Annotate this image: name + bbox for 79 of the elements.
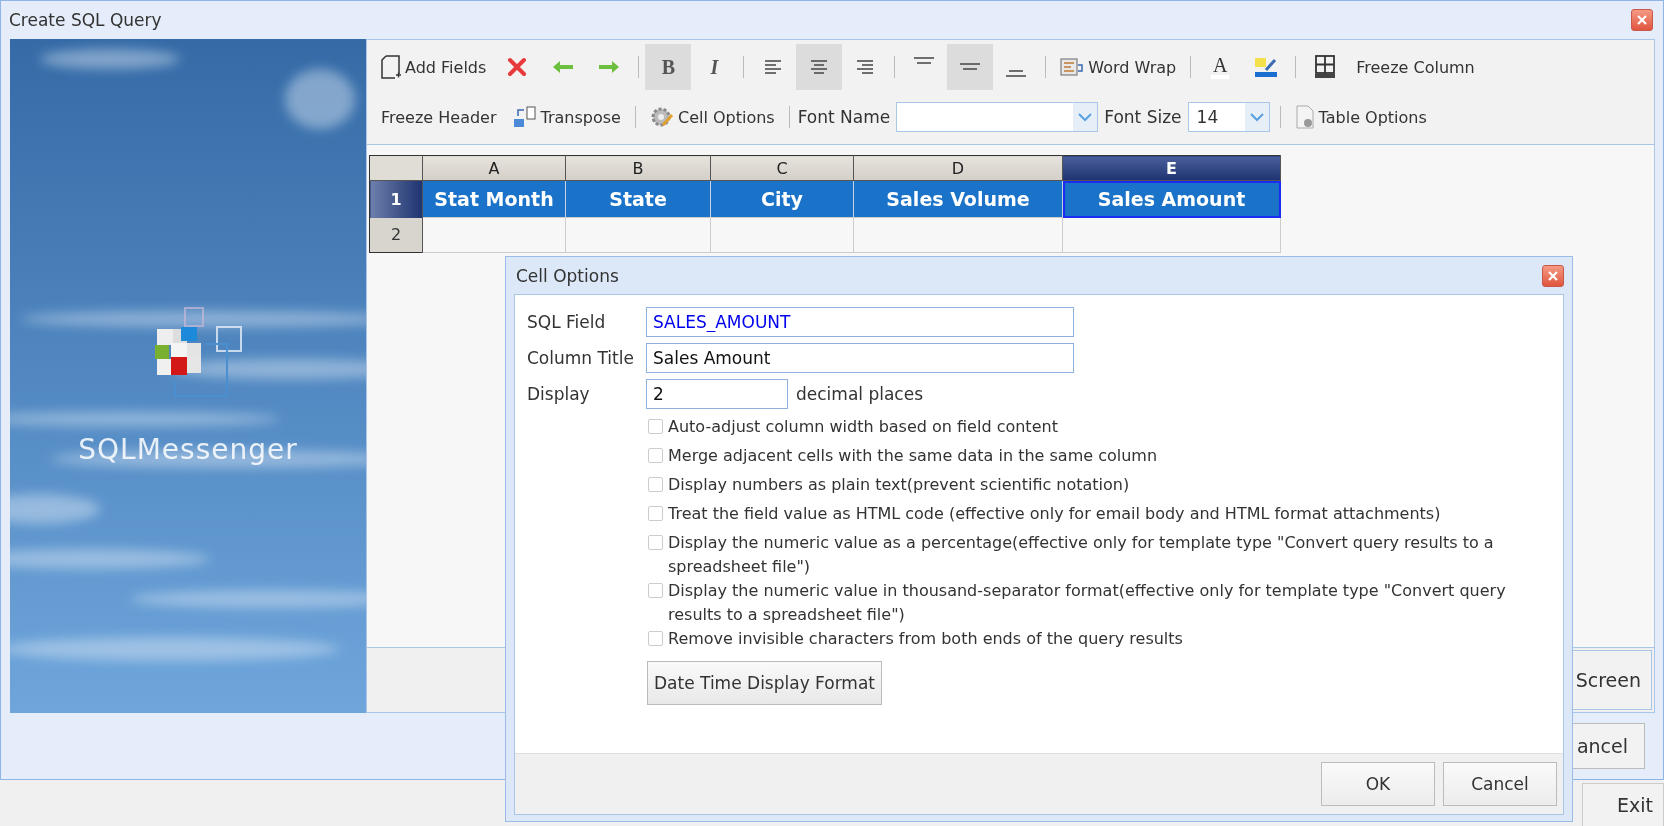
window-title: Create SQL Query — [9, 10, 162, 30]
checkbox-label: Auto-adjust column width based on field content — [668, 416, 1058, 438]
table-cell[interactable]: Sales Volume — [853, 180, 1063, 218]
column-header[interactable]: C — [710, 155, 854, 181]
wrap-icon — [1060, 57, 1085, 77]
decimal-places-input[interactable]: 2 — [646, 379, 788, 409]
new-page-icon — [381, 55, 401, 79]
toolbar-button[interactable]: Table Options — [1286, 94, 1435, 140]
sql-field-input[interactable]: SALES_AMOUNT — [646, 307, 1074, 337]
table-cell[interactable]: State — [565, 180, 711, 218]
align-right-icon — [856, 59, 875, 75]
toolbar-button[interactable]: Cell Options — [641, 94, 783, 140]
chevron-down-icon — [1078, 112, 1093, 122]
dialog-title: Cell Options — [516, 265, 619, 286]
screen-button[interactable]: Screen — [1570, 650, 1652, 710]
checkbox[interactable] — [648, 535, 663, 550]
checkbox-label: Merge adjacent cells with the same data in the same column — [668, 445, 1158, 467]
row-header[interactable]: 2 — [369, 217, 423, 253]
checkbox[interactable] — [648, 583, 663, 598]
logo-icon — [153, 307, 243, 397]
gear-icon — [649, 105, 674, 129]
table-cell[interactable]: Sales Amount — [1062, 180, 1281, 218]
toolbar-button[interactable] — [796, 44, 843, 90]
row-header[interactable]: 1 — [369, 180, 423, 218]
checkbox[interactable] — [648, 506, 663, 521]
close-icon — [1547, 269, 1559, 282]
toolbar-button[interactable]: Add Fields — [373, 44, 495, 90]
font-size-dropdown[interactable]: 14 — [1187, 102, 1270, 132]
delete-icon — [507, 57, 528, 77]
align-bottom-icon — [1005, 70, 1028, 78]
table-cell[interactable]: City — [710, 180, 854, 218]
align-left-icon — [764, 59, 783, 75]
field-label: Display — [527, 384, 591, 404]
toolbar-button[interactable]: Freeze Header — [373, 94, 505, 140]
field-suffix: decimal places — [796, 384, 924, 404]
brand-name: SQLMessenger — [78, 433, 298, 466]
close-icon — [1636, 14, 1648, 26]
field-label: Column Title — [527, 348, 635, 368]
chevron-down-icon — [1249, 112, 1264, 122]
checkbox[interactable] — [648, 477, 663, 492]
column-header[interactable]: E — [1062, 155, 1281, 181]
highlight-icon — [1254, 56, 1279, 78]
column-header[interactable]: A — [422, 155, 566, 181]
field-label: Font Name — [796, 107, 892, 127]
checkbox-label: Remove invisible characters from both ends of the query results — [668, 628, 1183, 650]
column-header[interactable]: D — [853, 155, 1063, 181]
align-top-icon — [913, 57, 936, 65]
toolbar-button[interactable]: A — [1197, 44, 1244, 90]
toolbar-button[interactable]: I — [691, 44, 738, 90]
toolbar-button[interactable] — [947, 44, 994, 90]
exit-button[interactable]: Exit — [1582, 783, 1664, 826]
grid-icon — [1314, 55, 1337, 79]
close-button[interactable] — [1542, 264, 1564, 287]
column-title-input[interactable]: Sales Amount — [646, 343, 1074, 373]
checkbox[interactable] — [648, 448, 663, 463]
toolbar-button[interactable]: Word Wrap — [1052, 44, 1185, 90]
transpose-icon — [512, 106, 537, 128]
checkbox-label: Treat the field value as HTML code (effective only for email body and HTML format attachments) — [668, 503, 1441, 525]
cancel-button[interactable]: Cancel — [1443, 762, 1557, 806]
left-arrow-icon — [552, 60, 575, 74]
field-label: SQL Field — [527, 312, 607, 332]
column-header[interactable]: B — [565, 155, 711, 181]
settings-page-icon — [1294, 105, 1315, 129]
checkbox-label: Display the numeric value in thousand-separator format(effective only for template type "Convert query results to a spreadsheet file") — [668, 580, 1507, 626]
toolbar-button[interactable]: Freeze Column — [1348, 44, 1483, 90]
field-label: Font Size — [1103, 107, 1183, 127]
checkbox[interactable] — [648, 419, 663, 434]
table-cell[interactable]: Stat Month — [422, 180, 566, 218]
toolbar-button[interactable]: B — [645, 44, 692, 90]
right-arrow-icon — [598, 60, 621, 74]
ok-button[interactable]: OK — [1321, 762, 1435, 806]
checkbox-label: Display the numeric value as a percentage(effective only for template type "Convert query results to a spreadsheet file") — [668, 532, 1495, 578]
align-middle-icon — [959, 63, 982, 71]
date-format-button[interactable]: Date Time Display Format — [647, 661, 883, 705]
toolbar-button[interactable]: Transpose — [504, 94, 629, 140]
checkbox-label: Display numbers as plain text(prevent scientific notation) — [668, 474, 1130, 496]
close-button[interactable] — [1631, 9, 1653, 31]
align-center-icon — [810, 59, 829, 75]
checkbox[interactable] — [648, 631, 663, 646]
